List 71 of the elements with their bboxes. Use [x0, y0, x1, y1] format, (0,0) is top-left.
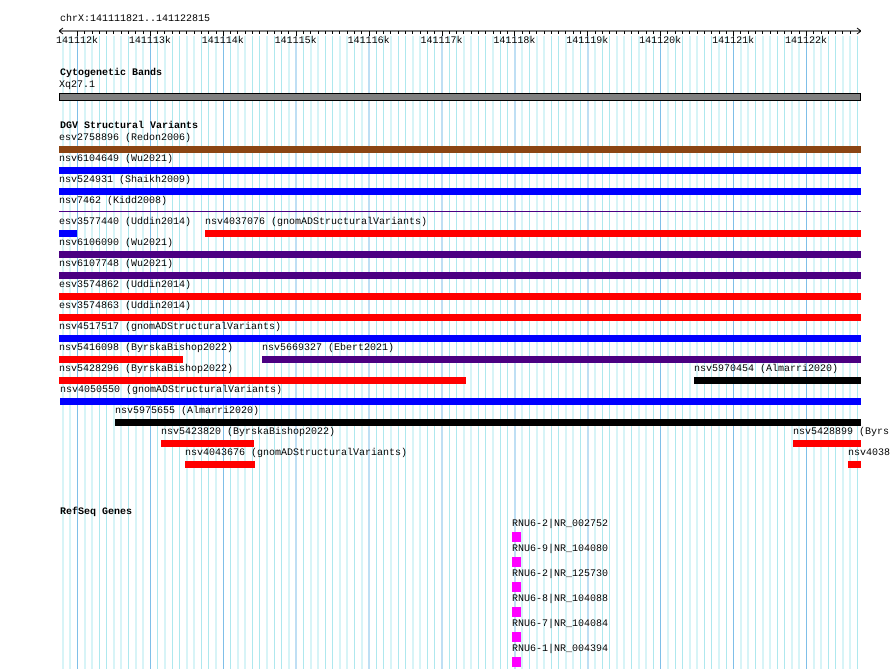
feature-label: nsv4038 [848, 448, 890, 460]
variant-bar[interactable] [59, 146, 861, 153]
feature-label: nsv7462 (Kidd2008) [59, 196, 168, 208]
feature-label: RNU6-2|NR_125730 [512, 569, 608, 581]
variant-bar[interactable] [59, 230, 77, 237]
ruler-tick-label: 141114k [202, 36, 244, 48]
variant-bar[interactable] [59, 377, 466, 384]
feature-label: nsv5970454 (Almarri2020) [694, 364, 838, 376]
ruler-tick-label: 141115k [274, 36, 317, 48]
feature-label: esv3574862 (Uddin2014) [59, 280, 192, 292]
variant-bar[interactable] [59, 188, 861, 195]
cytoband-bar[interactable] [59, 93, 861, 101]
ruler-tick-label: 141119k [566, 36, 608, 48]
feature-label: nsv4050550 (gnomADStructuralVariants) [60, 385, 282, 397]
feature-label: nsv6107748 (Wu2021) [59, 259, 174, 271]
ruler-tick-label: 141120k [639, 36, 682, 48]
gene-block[interactable] [512, 632, 521, 642]
feature-label: esv2758896 (Redon2006) [59, 133, 192, 145]
feature-label: RNU6-8|NR_104088 [512, 594, 608, 606]
gene-block[interactable] [512, 557, 521, 567]
feature-label: nsv5975655 (Almarri2020) [115, 406, 260, 418]
feature-label: nsv5428899 (Byrs [793, 427, 890, 439]
feature-label: nsv6104649 (Wu2021) [59, 154, 174, 166]
feature-label: RNU6-7|NR_104084 [512, 619, 608, 631]
variant-bar[interactable] [115, 419, 861, 426]
ruler-tick-label: 141117k [420, 36, 462, 48]
location-label: chrX:141111821..141122815 [59, 14, 210, 26]
ruler-tick-label: 141112k [56, 36, 98, 48]
variant-bar[interactable] [262, 356, 861, 363]
feature-label: RNU6-2|NR_002752 [512, 519, 608, 531]
ruler-tick-label: 141121k [712, 36, 754, 48]
feature-label: RNU6-1|NR_004394 [512, 644, 608, 656]
gene-block[interactable] [512, 657, 521, 667]
ruler-tick-label: 141116k [348, 36, 390, 48]
ruler-tick-label: 141118k [493, 36, 536, 48]
feature-label: nsv5669327 (Ebert2021) [262, 343, 394, 355]
feature-label: nsv4517517 (gnomADStructuralVariants) [59, 322, 282, 334]
variant-bar[interactable] [59, 167, 861, 174]
feature-label: Xq27.1 [59, 80, 96, 92]
gene-block[interactable] [512, 582, 521, 592]
variant-bar[interactable] [185, 461, 255, 468]
gene-block[interactable] [512, 532, 521, 542]
feature-label: nsv5416098 (ByrskaBishop2022) [59, 343, 234, 355]
track-title: RefSeq Genes [59, 507, 132, 519]
feature-label: nsv4037076 (gnomADStructuralVariants) [205, 217, 428, 229]
ruler-tick-label: 141122k [785, 36, 827, 48]
variant-bar[interactable] [161, 440, 254, 447]
variant-bar[interactable] [59, 272, 861, 279]
feature-label: nsv4043676 (gnomADStructuralVariants) [185, 448, 408, 460]
variant-line[interactable] [59, 211, 861, 212]
track-title: DGV Structural Variants [59, 121, 198, 132]
variant-bar[interactable] [59, 293, 861, 300]
variant-bar[interactable] [59, 356, 183, 363]
variant-bar[interactable] [59, 335, 861, 342]
feature-label: RNU6-9|NR_104080 [512, 544, 608, 556]
variant-bar[interactable] [848, 461, 861, 468]
feature-label: esv3577440 (Uddin2014) [59, 217, 192, 229]
track-title: Cytogenetic Bands [59, 68, 162, 80]
variant-bar[interactable] [793, 440, 861, 447]
ruler-tick-label: 141113k [128, 36, 171, 48]
feature-label: nsv524931 (Shaikh2009) [59, 175, 192, 187]
feature-label: nsv5428296 (ByrskaBishop2022) [59, 364, 234, 376]
variant-bar[interactable] [694, 377, 861, 384]
variant-bar[interactable] [59, 314, 861, 321]
variant-bar[interactable] [205, 230, 861, 237]
feature-label: esv3574863 (Uddin2014) [59, 301, 192, 313]
variant-bar[interactable] [60, 398, 861, 405]
feature-label: nsv6106090 (Wu2021) [59, 238, 174, 250]
gene-block[interactable] [512, 607, 521, 617]
variant-bar[interactable] [59, 251, 861, 258]
feature-label: nsv5423820 (ByrskaBishop2022) [161, 427, 336, 439]
